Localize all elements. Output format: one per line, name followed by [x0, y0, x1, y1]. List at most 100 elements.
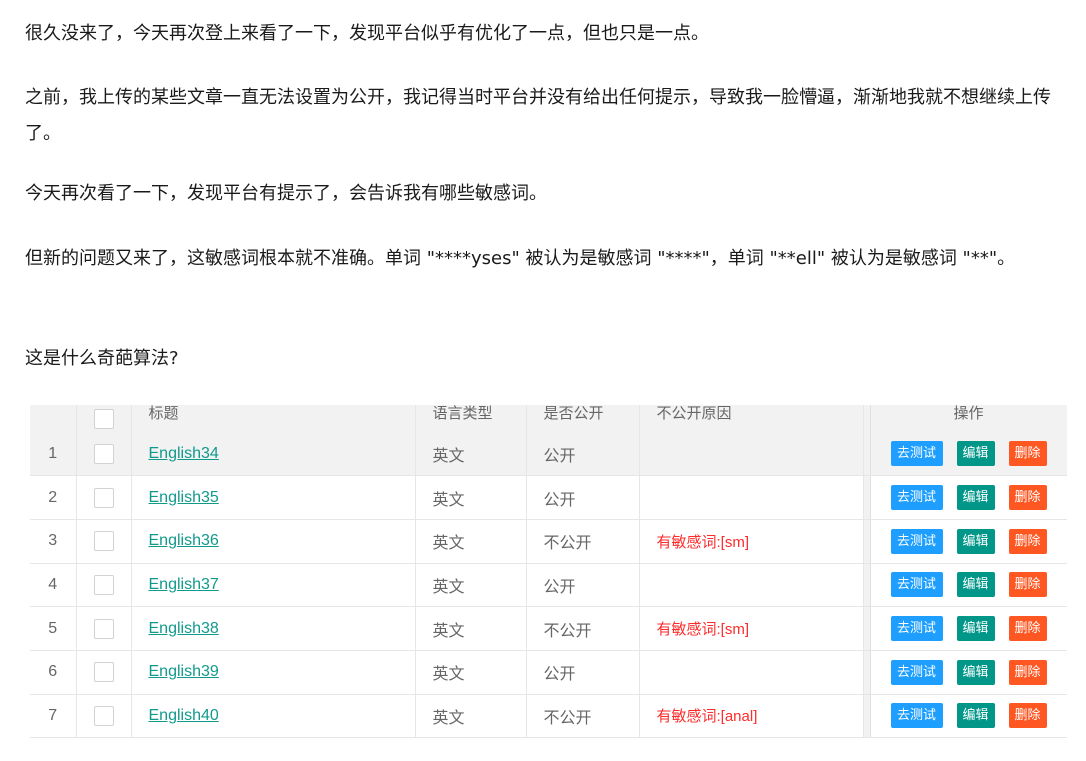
- row-checkbox[interactable]: [93, 705, 114, 726]
- fixed-column-divider: [862, 519, 871, 564]
- edit-button[interactable]: 编辑: [956, 659, 995, 685]
- row-title-link[interactable]: English35: [149, 489, 219, 506]
- row-public-status: 不公开: [526, 519, 640, 564]
- article-paragraph: 之前，我上传的某些文章一直无法设置为公开，我记得当时平台并没有给出任何提示，导致…: [25, 87, 1051, 144]
- row-checkbox-cell: [76, 519, 132, 564]
- row-index: 2: [30, 475, 77, 520]
- row-title-cell: English37: [131, 563, 416, 608]
- row-checkbox-cell: [76, 650, 132, 695]
- row-title-cell: English39: [131, 650, 416, 695]
- select-all-checkbox[interactable]: [93, 409, 114, 429]
- row-reason: 有敏感词:[anal]: [656, 708, 758, 726]
- row-language: 英文: [415, 432, 527, 477]
- row-reason-cell: [639, 563, 864, 608]
- row-title-link[interactable]: English37: [149, 576, 219, 593]
- row-public-status: 不公开: [526, 606, 640, 651]
- row-public-status: 公开: [526, 563, 640, 608]
- delete-button[interactable]: 删除: [1008, 703, 1047, 729]
- row-checkbox-cell: [76, 563, 132, 608]
- table-row: 6 English39 英文 公开 去测试 编辑 删除: [30, 650, 1067, 695]
- row-ops-cell: 去测试 编辑 删除: [870, 475, 1067, 520]
- row-reason: 有敏感词:[sm]: [656, 533, 750, 551]
- table-row: 3 English36 英文 不公开 有敏感词:[sm] 去测试 编辑 删除: [30, 519, 1067, 564]
- article-paragraph: 这是什么奇葩算法?: [25, 348, 179, 369]
- edit-button[interactable]: 编辑: [956, 485, 995, 511]
- row-title-cell: English34: [131, 432, 416, 477]
- row-title-cell: English35: [131, 475, 416, 520]
- row-public-status: 公开: [526, 650, 640, 695]
- row-checkbox[interactable]: [93, 574, 114, 595]
- table-header-row: 标题 语言类型 是否公开 不公开原因 操作: [30, 405, 1067, 432]
- row-reason-cell: 有敏感词:[sm]: [639, 606, 864, 651]
- row-reason-cell: 有敏感词:[sm]: [639, 519, 864, 564]
- header-reason: 不公开原因: [639, 405, 864, 432]
- row-ops-cell: 去测试 编辑 删除: [870, 650, 1067, 695]
- row-public-status: 公开: [526, 432, 640, 477]
- row-title-link[interactable]: English38: [149, 620, 219, 637]
- row-ops-cell: 去测试 编辑 删除: [870, 694, 1067, 739]
- row-language: 英文: [415, 475, 527, 520]
- row-public-status: 公开: [526, 475, 640, 520]
- article-paragraph: 今天再次看了一下，发现平台有提示了，会告诉我有哪些敏感词。: [25, 183, 547, 204]
- edit-button[interactable]: 编辑: [956, 572, 995, 598]
- fixed-column-divider: [862, 650, 871, 695]
- fixed-column-divider: [862, 405, 871, 432]
- article-paragraph: 很久没来了，今天再次登上来看了一下，发现平台似乎有优化了一点，但也只是一点。: [25, 23, 709, 44]
- edit-button[interactable]: 编辑: [956, 528, 995, 554]
- row-ops-cell: 去测试 编辑 删除: [870, 606, 1067, 651]
- row-title-link[interactable]: English40: [149, 707, 219, 724]
- row-checkbox[interactable]: [93, 487, 114, 508]
- row-index: 3: [30, 519, 77, 564]
- row-checkbox[interactable]: [93, 662, 114, 683]
- go-test-button[interactable]: 去测试: [890, 703, 943, 729]
- row-checkbox[interactable]: [93, 443, 114, 464]
- go-test-button[interactable]: 去测试: [890, 659, 943, 685]
- delete-button[interactable]: 删除: [1008, 572, 1047, 598]
- row-title-cell: English38: [131, 606, 416, 651]
- row-index: 6: [30, 650, 77, 695]
- fixed-column-divider: [862, 475, 871, 520]
- header-title: 标题: [131, 405, 416, 432]
- row-title-link[interactable]: English36: [149, 532, 219, 549]
- edit-button[interactable]: 编辑: [956, 616, 995, 642]
- delete-button[interactable]: 删除: [1008, 659, 1047, 685]
- row-checkbox-cell: [76, 694, 132, 739]
- fixed-column-divider: [862, 432, 871, 477]
- header-select-all: [76, 405, 132, 432]
- delete-button[interactable]: 删除: [1008, 441, 1047, 467]
- row-reason-cell: [639, 650, 864, 695]
- edit-button[interactable]: 编辑: [956, 441, 995, 467]
- row-title-cell: English40: [131, 694, 416, 739]
- article-list-screenshot: 标题 语言类型 是否公开 不公开原因 操作 1 English34 英文 公开 去测试编…: [30, 405, 1067, 761]
- delete-button[interactable]: 删除: [1008, 485, 1047, 511]
- go-test-button[interactable]: 去测试: [890, 485, 943, 511]
- header-language: 语言类型: [415, 405, 527, 432]
- row-reason-cell: [639, 432, 864, 477]
- row-title-link[interactable]: English34: [149, 445, 219, 462]
- table-row: 2 English35 英文 公开 去测试 编辑 删除: [30, 475, 1067, 520]
- header-public: 是否公开: [526, 405, 640, 432]
- fixed-column-divider: [862, 563, 871, 608]
- table-row: 1 English34 英文 公开 去测试 编辑 删除: [30, 432, 1067, 477]
- table-row: 4 English37 英文 公开 去测试 编辑 删除: [30, 563, 1067, 608]
- fixed-column-divider: [862, 694, 871, 739]
- table-row: 5 English38 英文 不公开 有敏感词:[sm] 去测试 编辑 删除: [30, 606, 1067, 651]
- row-language: 英文: [415, 563, 527, 608]
- row-title-cell: English36: [131, 519, 416, 564]
- edit-button[interactable]: 编辑: [956, 703, 995, 729]
- go-test-button[interactable]: 去测试: [890, 441, 943, 467]
- go-test-button[interactable]: 去测试: [890, 616, 943, 642]
- row-ops-cell: 去测试 编辑 删除: [870, 563, 1067, 608]
- row-checkbox[interactable]: [93, 618, 114, 639]
- row-language: 英文: [415, 606, 527, 651]
- go-test-button[interactable]: 去测试: [890, 528, 943, 554]
- row-reason: 有敏感词:[sm]: [656, 621, 750, 639]
- delete-button[interactable]: 删除: [1008, 528, 1047, 554]
- row-checkbox[interactable]: [93, 531, 114, 552]
- row-title-link[interactable]: English39: [149, 663, 219, 680]
- delete-button[interactable]: 删除: [1008, 616, 1047, 642]
- header-index: [30, 405, 77, 432]
- row-reason-cell: [639, 475, 864, 520]
- go-test-button[interactable]: 去测试: [890, 572, 943, 598]
- row-checkbox-cell: [76, 475, 132, 520]
